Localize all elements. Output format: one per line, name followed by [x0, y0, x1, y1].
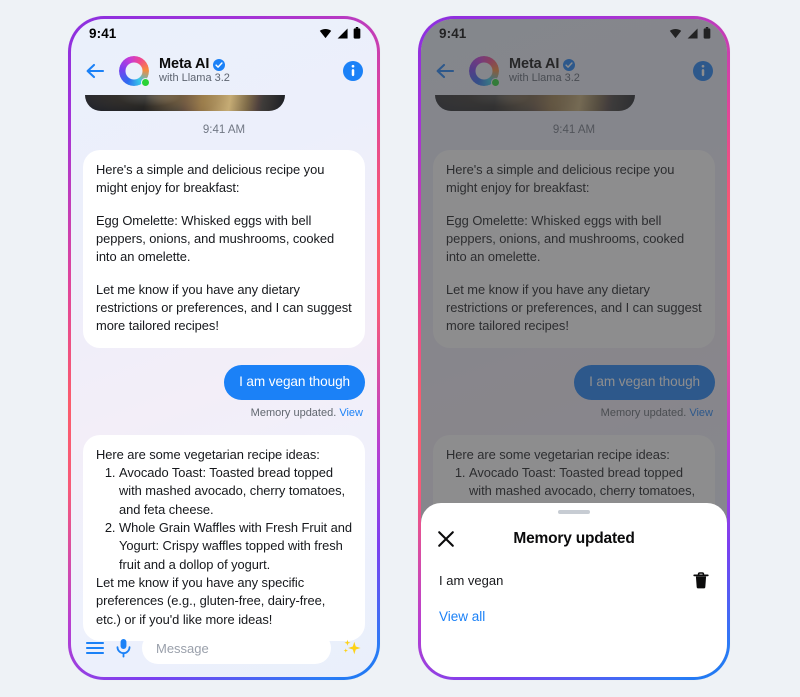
sheet-header: Memory updated: [421, 518, 727, 560]
info-icon[interactable]: [693, 61, 713, 81]
search-input[interactable]: Message: [142, 632, 331, 664]
photo-attachment-clipped: [435, 95, 635, 111]
status-time: 9:41: [439, 25, 467, 41]
ai-msg1-para2: Egg Omelette: Whisked eggs with bell pep…: [96, 212, 335, 265]
memory-updated-notice: Memory updated. View: [83, 407, 363, 419]
battery-icon: [353, 27, 361, 39]
message-placeholder: Message: [156, 640, 209, 656]
sparkle-icon[interactable]: [341, 637, 363, 659]
ai-msg1-para3: Let me know if you have any dietary rest…: [96, 281, 352, 334]
user-message-bubble: I am vegan though: [224, 364, 365, 400]
ai-msg1-para2: Egg Omelette: Whisked eggs with bell pep…: [446, 212, 685, 265]
avatar[interactable]: [119, 56, 150, 87]
trash-icon[interactable]: [693, 572, 709, 589]
view-all-link[interactable]: View all: [421, 589, 727, 624]
signal-icon: [687, 28, 698, 38]
chat-body[interactable]: 9:41 AM Here's a simple and delicious re…: [71, 95, 377, 677]
back-arrow-icon[interactable]: [433, 59, 457, 83]
verified-badge-icon: [563, 58, 576, 71]
phone-left: 9:41 Meta AI with Llama 3.2 9:41 AM Here…: [68, 16, 380, 680]
online-status-dot: [491, 78, 500, 87]
message-composer: Message: [71, 625, 377, 677]
memory-view-link: View: [689, 406, 713, 419]
wifi-icon: [319, 28, 332, 38]
info-icon[interactable]: [343, 61, 363, 81]
chat-timestamp: 9:41 AM: [552, 124, 596, 136]
ai-message-bubble-1: Here's a simple and delicious recipe you…: [433, 150, 715, 348]
screenshot-canvas: 9:41 Meta AI with Llama 3.2 9:41 AM Here…: [0, 0, 800, 697]
chat-timestamp: 9:41 AM: [202, 124, 246, 136]
ai-msg2-outro: Let me know if you have any specific pre…: [96, 575, 326, 627]
recipe-list: Avocado Toast: Toasted bread topped with…: [96, 464, 352, 574]
memory-updated-text: Memory updated.: [600, 406, 687, 419]
photo-attachment-clipped[interactable]: [85, 95, 285, 111]
close-x-icon[interactable]: [437, 530, 455, 548]
memory-item-row: I am vegan: [421, 560, 727, 589]
status-bar: 9:41: [421, 19, 727, 47]
memory-view-link[interactable]: View: [339, 407, 363, 419]
drag-handle[interactable]: [558, 510, 590, 514]
title-row: Meta AI: [159, 56, 333, 73]
ai-msg2-intro: Here are some vegetarian recipe ideas:: [96, 446, 320, 462]
memory-updated-text: Memory updated.: [250, 406, 337, 419]
phone-right: 9:41 Meta AI with Llama 3.2 9:41 AM Here…: [418, 16, 730, 680]
ai-msg1-para1: Here's a simple and delicious recipe you…: [96, 162, 325, 196]
ai-msg1-para3: Let me know if you have any dietary rest…: [446, 281, 702, 334]
app-header: Meta AI with Llama 3.2: [421, 47, 727, 95]
phone-left-screen: 9:41 Meta AI with Llama 3.2 9:41 AM Here…: [71, 19, 377, 677]
user-message-row: I am vegan though: [83, 364, 365, 400]
ai-message-bubble-1: Here's a simple and delicious recipe you…: [83, 150, 365, 348]
signal-icon: [337, 28, 348, 38]
user-message-row: I am vegan though: [433, 364, 715, 400]
memory-item-text: I am vegan: [439, 573, 504, 588]
header-subtitle: with Llama 3.2: [159, 72, 230, 85]
header-title-block: Meta AI with Llama 3.2: [509, 56, 683, 85]
memory-updated-bottom-sheet: Memory updated I am vegan View all: [421, 503, 727, 677]
verified-badge-icon: [213, 58, 226, 71]
hamburger-menu-icon[interactable]: [85, 638, 105, 658]
battery-icon: [703, 27, 711, 39]
memory-updated-notice: Memory updated. View: [433, 407, 713, 419]
status-icons: [319, 27, 361, 39]
user-message-bubble: I am vegan though: [574, 364, 715, 400]
ai-msg2-intro: Here are some vegetarian recipe ideas:: [446, 446, 670, 462]
wifi-icon: [669, 28, 682, 38]
back-arrow-icon[interactable]: [83, 59, 107, 83]
ai-message-bubble-2: Here are some vegetarian recipe ideas: A…: [83, 434, 365, 641]
avatar[interactable]: [469, 56, 500, 87]
title-row: Meta AI: [509, 56, 683, 73]
header-title-block: Meta AI with Llama 3.2: [159, 56, 333, 85]
status-icons: [669, 27, 711, 39]
status-time: 9:41: [89, 25, 117, 41]
status-bar: 9:41: [71, 19, 377, 47]
page-title: Meta AI: [159, 56, 210, 73]
online-status-dot: [141, 78, 150, 87]
list-item: Whole Grain Waffles with Fresh Fruit and…: [119, 519, 352, 574]
phone-right-screen: 9:41 Meta AI with Llama 3.2 9:41 AM Here…: [421, 19, 727, 677]
sheet-title: Memory updated: [513, 530, 635, 547]
app-header: Meta AI with Llama 3.2: [71, 47, 377, 95]
list-item: Avocado Toast: Toasted bread topped with…: [119, 464, 352, 519]
ai-msg1-para1: Here's a simple and delicious recipe you…: [446, 162, 675, 196]
header-subtitle: with Llama 3.2: [509, 72, 580, 85]
page-title: Meta AI: [509, 56, 560, 73]
microphone-icon[interactable]: [115, 638, 132, 658]
